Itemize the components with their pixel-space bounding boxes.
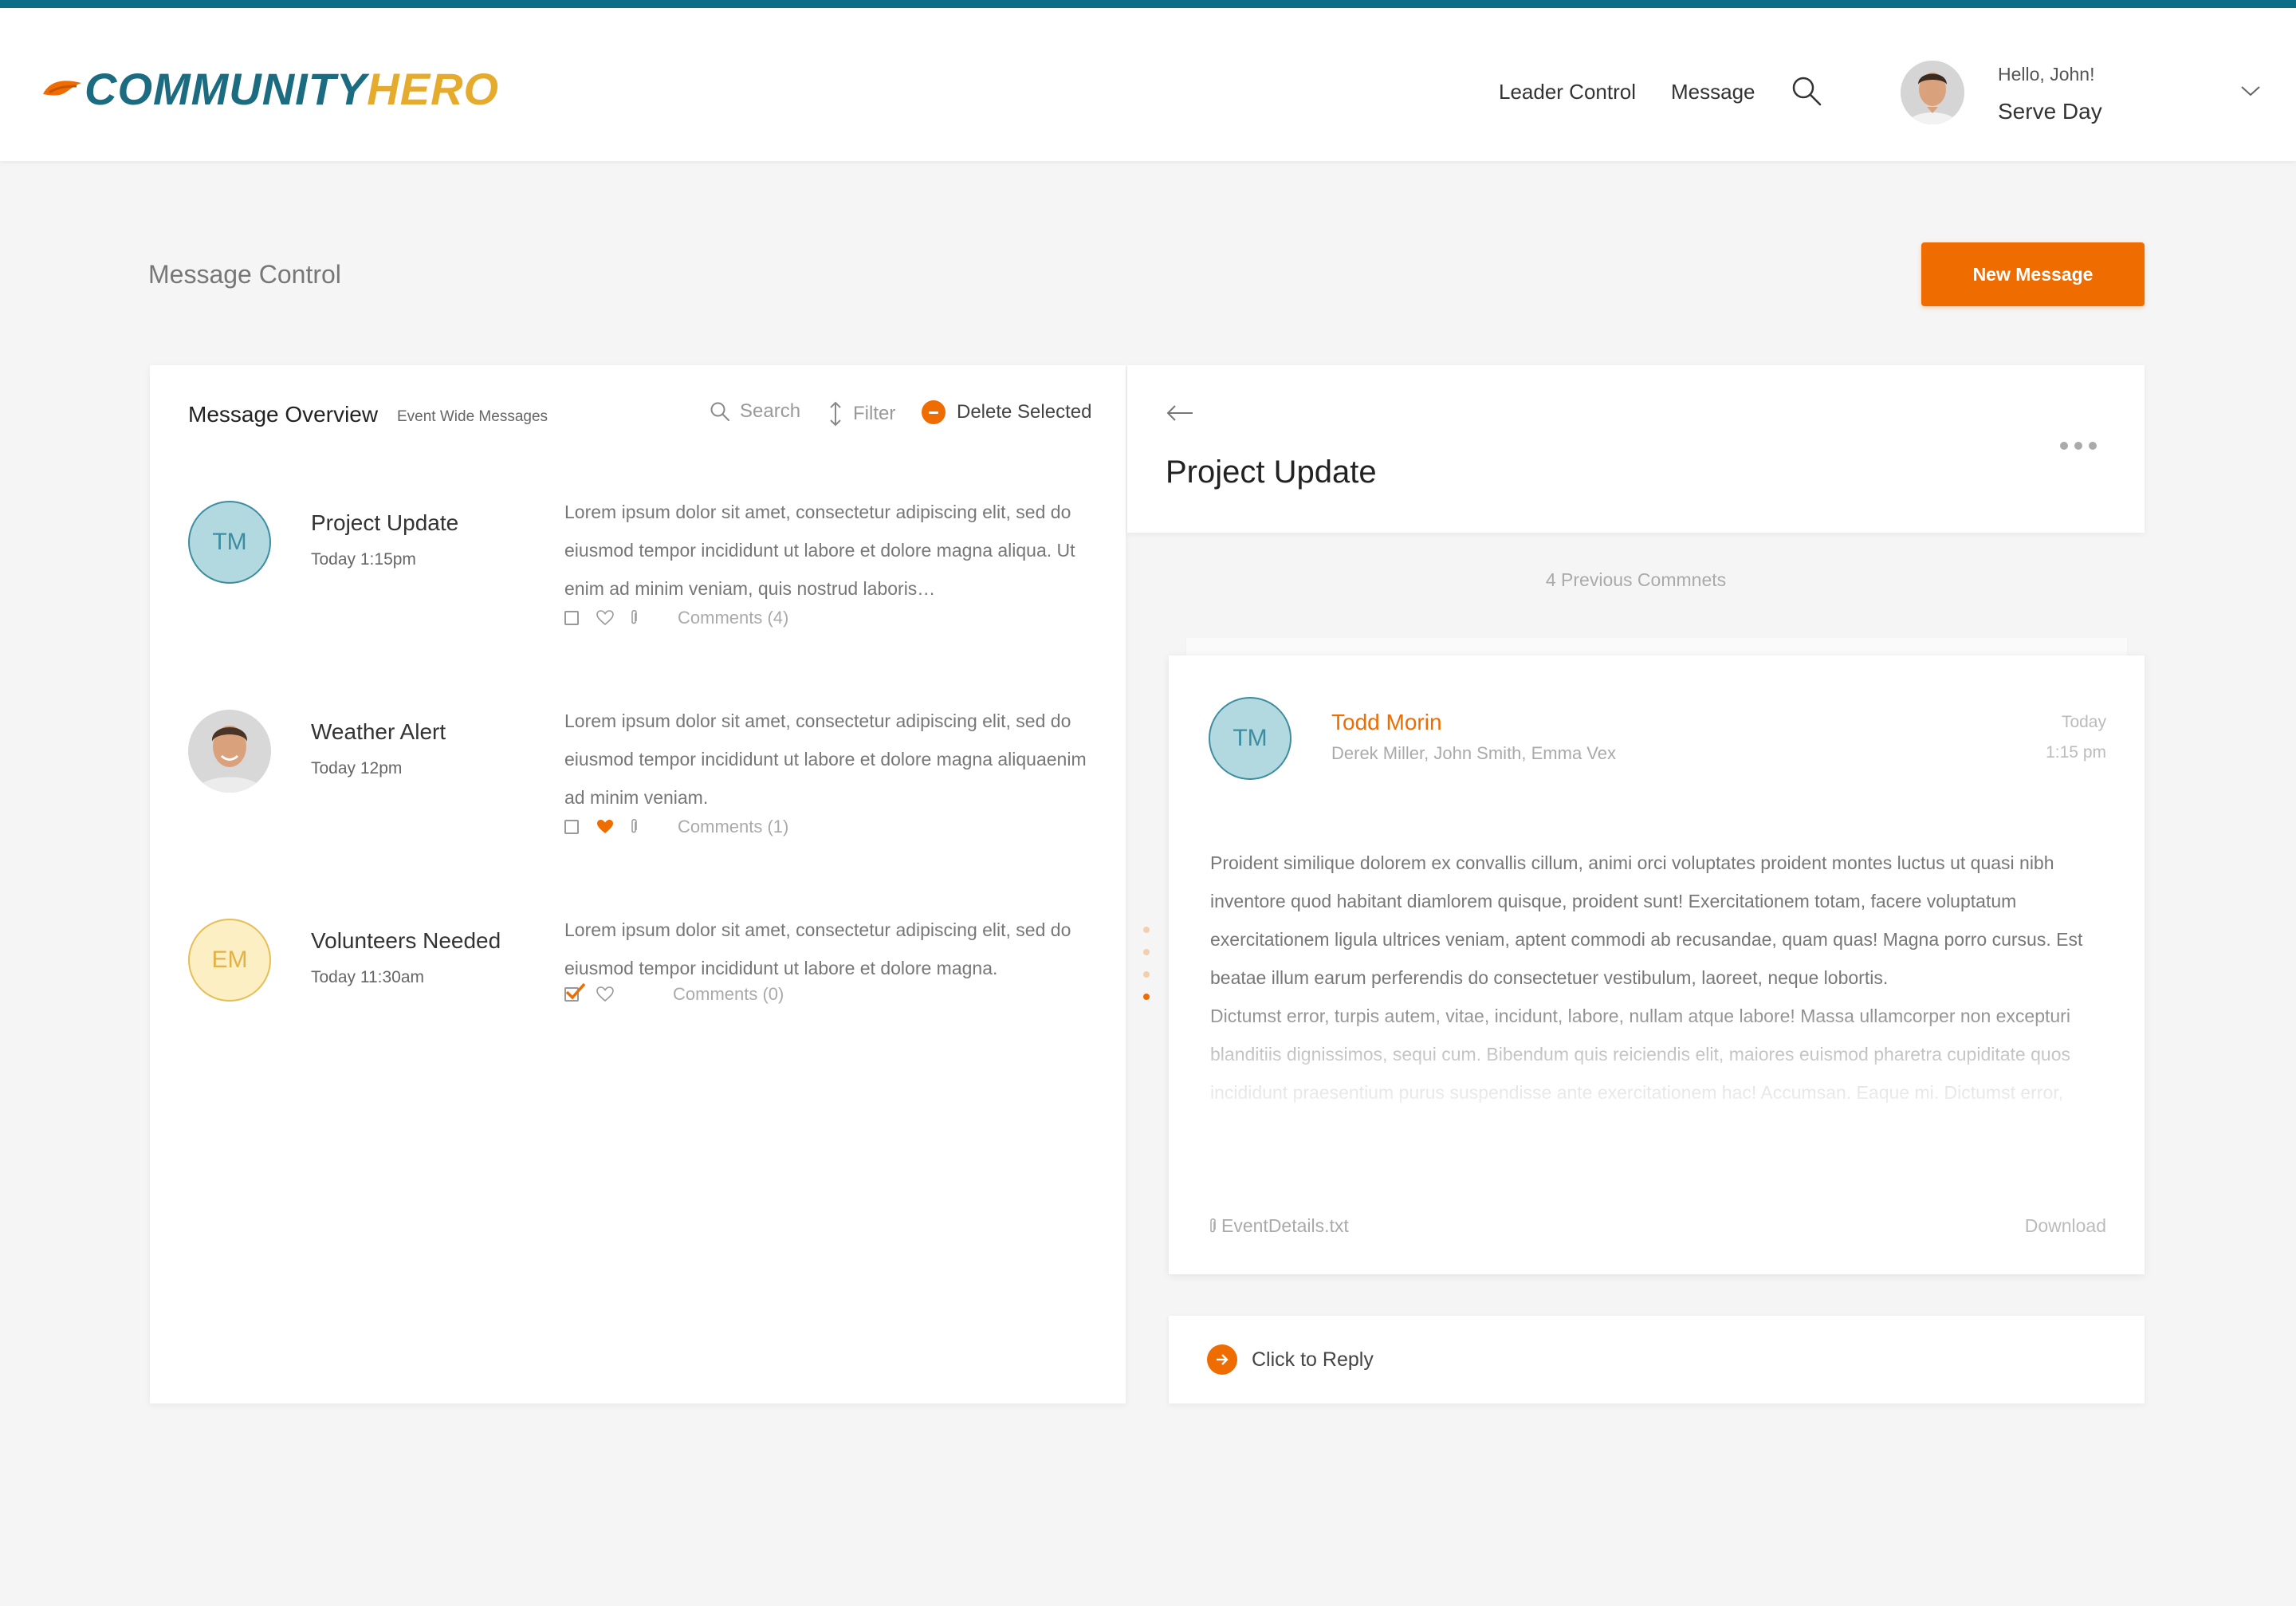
message-checkbox-checked[interactable] xyxy=(564,982,586,1002)
comments-link[interactable]: Comments (1) xyxy=(678,817,788,837)
heart-icon[interactable] xyxy=(596,610,614,626)
message-body-paragraph: Dictumst error, turpis autem, vitae, inc… xyxy=(1210,1006,2070,1103)
attachment[interactable]: EventDetails.txt xyxy=(1207,1215,1349,1237)
user-greeting: Hello, John! xyxy=(1998,64,2095,85)
delete-selected-button[interactable]: Delete Selected xyxy=(922,400,1091,424)
message-card: TM Todd Morin Derek Miller, John Smith, … xyxy=(1169,655,2145,1274)
message-time: 1:15 pm xyxy=(2046,743,2106,762)
nav-message[interactable]: Message xyxy=(1671,80,1755,104)
message-title: Weather Alert xyxy=(311,719,446,744)
message-list-item[interactable]: Weather Alert Today 12pm Lorem ipsum dol… xyxy=(150,710,1126,869)
user-avatar[interactable] xyxy=(1901,61,1964,124)
pager-dot[interactable] xyxy=(1143,949,1150,955)
message-body-paragraph: Proident similique dolorem ex convallis … xyxy=(1210,852,2083,988)
pager-dot[interactable] xyxy=(1143,927,1150,933)
search-icon xyxy=(710,402,729,421)
logo-text-hero: HERO xyxy=(367,63,500,114)
top-accent-stripe xyxy=(0,0,2296,8)
search-icon[interactable] xyxy=(1791,75,1822,111)
filter-tool-label: Filter xyxy=(853,403,896,424)
more-options-icon[interactable] xyxy=(2060,442,2097,450)
message-actions: Comments (4) xyxy=(564,608,788,628)
detail-title: Project Update xyxy=(1166,455,1377,490)
message-preview: Lorem ipsum dolor sit amet, consectetur … xyxy=(564,919,1071,978)
page-title: Message Control xyxy=(148,260,341,289)
back-arrow-icon[interactable] xyxy=(1166,403,1194,427)
pager-dot-active[interactable] xyxy=(1143,994,1150,1000)
current-event-name: Serve Day xyxy=(1998,99,2102,124)
message-body: Proident similique dolorem ex convallis … xyxy=(1210,844,2111,1115)
paperclip-icon xyxy=(1210,1218,1216,1232)
paperclip-icon[interactable] xyxy=(628,609,639,627)
chevron-down-icon[interactable] xyxy=(2240,85,2261,101)
message-checkbox[interactable] xyxy=(564,611,579,625)
new-message-button[interactable]: New Message xyxy=(1921,242,2145,306)
message-title: Project Update xyxy=(311,510,459,535)
reply-label: Click to Reply xyxy=(1252,1348,1374,1371)
message-actions: Comments (1) xyxy=(564,817,788,837)
cape-logo-icon xyxy=(43,81,81,96)
message-checkbox[interactable] xyxy=(564,820,579,834)
app-logo[interactable]: COMMUNITY HERO xyxy=(41,61,499,116)
message-time: Today 11:30am xyxy=(311,968,425,986)
sort-icon xyxy=(830,401,841,427)
heart-icon[interactable] xyxy=(596,986,614,1002)
message-title: Volunteers Needed xyxy=(311,928,501,953)
message-preview: Lorem ipsum dolor sit amet, consectetur … xyxy=(564,710,1087,808)
message-avatar: TM xyxy=(188,501,271,584)
download-link[interactable]: Download xyxy=(2025,1215,2106,1237)
search-tool-label: Search xyxy=(740,400,801,422)
overview-title: Message Overview xyxy=(188,402,379,427)
message-detail-header: Project Update xyxy=(1127,365,2145,533)
message-preview: Lorem ipsum dolor sit amet, consectetur … xyxy=(564,502,1075,599)
arrow-right-circle-icon xyxy=(1207,1344,1237,1375)
reply-bar[interactable]: Click to Reply xyxy=(1169,1316,2145,1403)
message-avatar: EM xyxy=(188,919,271,1002)
attachment-filename: EventDetails.txt xyxy=(1221,1215,1349,1236)
minus-circle-icon xyxy=(922,400,946,424)
app-header: COMMUNITY HERO Leader Control Message Hel… xyxy=(0,8,2296,161)
message-date: Today xyxy=(2061,713,2106,731)
message-time: Today 1:15pm xyxy=(311,550,416,569)
logo-text-community: COMMUNITY xyxy=(85,63,368,114)
search-tool[interactable]: Search xyxy=(710,400,800,423)
pager-dot[interactable] xyxy=(1143,971,1150,978)
message-list-item[interactable]: TM Project Update Today 1:15pm Lorem ips… xyxy=(150,501,1126,660)
previous-comments-link[interactable]: 4 Previous Commnets xyxy=(1127,569,2145,591)
message-avatar-photo xyxy=(188,710,271,793)
delete-selected-label: Delete Selected xyxy=(957,401,1092,423)
recipients: Derek Miller, John Smith, Emma Vex xyxy=(1331,743,1617,763)
comment-pager xyxy=(1143,927,1150,1000)
nav-leader-control[interactable]: Leader Control xyxy=(1499,80,1636,104)
paperclip-icon[interactable] xyxy=(628,818,639,836)
message-time: Today 12pm xyxy=(311,759,403,777)
stacked-card-edge xyxy=(1186,638,2127,657)
comments-link[interactable]: Comments (4) xyxy=(678,608,788,628)
filter-tool[interactable]: Filter xyxy=(828,400,895,427)
author-avatar: TM xyxy=(1209,697,1292,780)
heart-filled-icon[interactable] xyxy=(596,819,614,835)
comments-link[interactable]: Comments (0) xyxy=(673,984,784,1005)
message-list-item[interactable]: EM Volunteers Needed Today 11:30am Lorem… xyxy=(150,919,1126,1078)
message-overview-panel: Message Overview Event Wide Messages Sea… xyxy=(150,365,1126,1403)
message-actions: Comments (0) xyxy=(564,982,784,1005)
author-name[interactable]: Todd Morin xyxy=(1331,710,1442,735)
overview-subtitle: Event Wide Messages xyxy=(397,408,548,425)
